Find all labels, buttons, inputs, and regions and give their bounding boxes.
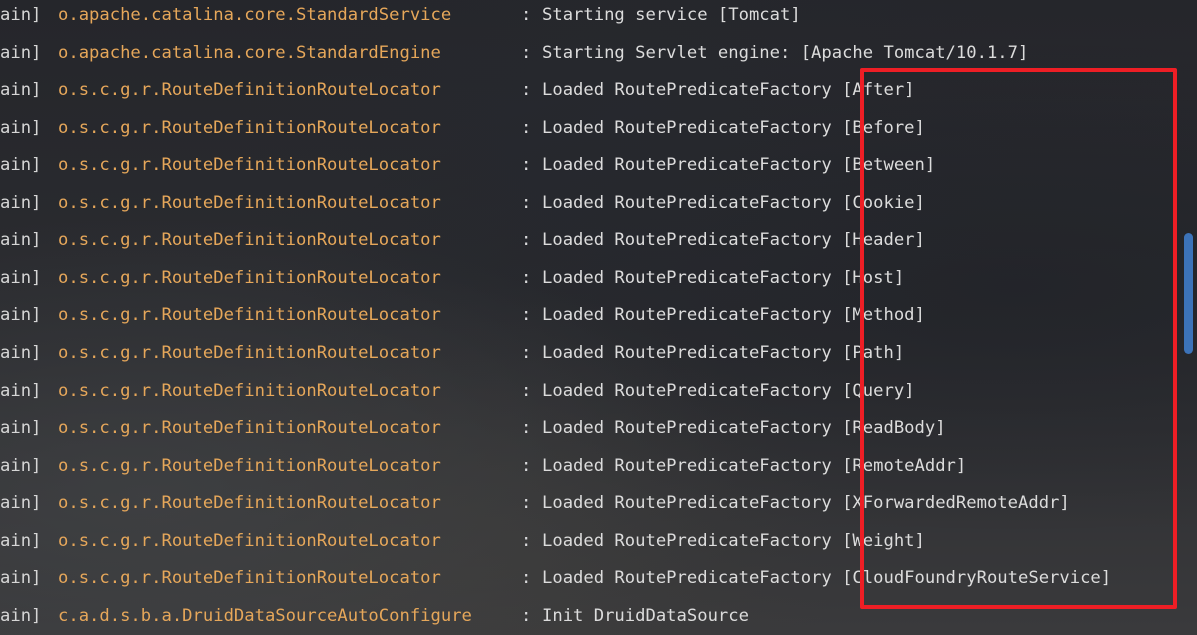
- thread-name: ain]: [0, 530, 42, 551]
- separator: :: [521, 155, 532, 176]
- logger-name: o.s.c.g.r.RouteDefinitionRouteLocator: [58, 305, 441, 326]
- log-message: Init DruidDataSource: [542, 605, 749, 626]
- separator: :: [521, 342, 532, 363]
- logger-name: o.s.c.g.r.RouteDefinitionRouteLocator: [58, 267, 441, 288]
- separator: :: [521, 605, 532, 626]
- thread-name: ain]: [0, 493, 42, 514]
- log-message: Loaded RoutePredicateFactory [Path]: [542, 342, 905, 363]
- logger-name: o.s.c.g.r.RouteDefinitionRouteLocator: [58, 155, 441, 176]
- thread-name: ain]: [0, 155, 42, 176]
- vertical-scrollbar-thumb[interactable]: [1184, 233, 1193, 354]
- thread-name: ain]: [0, 380, 42, 401]
- thread-name: ain]: [0, 455, 42, 476]
- separator: :: [521, 230, 532, 251]
- logger-name: o.apache.catalina.core.StandardService: [58, 5, 452, 25]
- log-message: Loaded RoutePredicateFactory [Host]: [542, 267, 905, 288]
- logger-name: o.s.c.g.r.RouteDefinitionRouteLocator: [58, 568, 441, 589]
- separator: :: [521, 418, 532, 439]
- separator: :: [521, 42, 532, 63]
- logger-name: o.s.c.g.r.RouteDefinitionRouteLocator: [58, 342, 441, 363]
- logger-name: o.apache.catalina.core.StandardEngine: [58, 42, 441, 63]
- separator: :: [521, 493, 532, 514]
- thread-name: ain]: [0, 117, 42, 138]
- separator: :: [521, 5, 532, 25]
- separator: :: [521, 455, 532, 476]
- separator: :: [521, 192, 532, 213]
- thread-name: ain]: [0, 568, 42, 589]
- log-message: Loaded RoutePredicateFactory [Query]: [542, 380, 915, 401]
- thread-name: ain]: [0, 230, 42, 251]
- separator: :: [521, 530, 532, 551]
- log-message: Starting Servlet engine: [Apache Tomcat/…: [542, 42, 1029, 63]
- logger-name: o.s.c.g.r.RouteDefinitionRouteLocator: [58, 117, 441, 138]
- logger-name: o.s.c.g.r.RouteDefinitionRouteLocator: [58, 80, 441, 101]
- highlight-annotation-box: [860, 68, 1177, 609]
- logger-name: o.s.c.g.r.RouteDefinitionRouteLocator: [58, 192, 441, 213]
- logger-name: c.a.d.s.b.a.DruidDataSourceAutoConfigure: [58, 605, 472, 626]
- thread-name: ain]: [0, 305, 42, 326]
- logger-name: o.s.c.g.r.RouteDefinitionRouteLocator: [58, 380, 441, 401]
- logger-name: o.s.c.g.r.RouteDefinitionRouteLocator: [58, 493, 441, 514]
- thread-name: ain]: [0, 42, 42, 63]
- log-message: Loaded RoutePredicateFactory [After]: [542, 80, 915, 101]
- thread-name: ain]: [0, 192, 42, 213]
- separator: :: [521, 305, 532, 326]
- logger-name: o.s.c.g.r.RouteDefinitionRouteLocator: [58, 418, 441, 439]
- thread-name: ain]: [0, 267, 42, 288]
- thread-name: ain]: [0, 5, 42, 25]
- separator: :: [521, 117, 532, 138]
- separator: :: [521, 80, 532, 101]
- thread-name: ain]: [0, 80, 42, 101]
- separator: :: [521, 380, 532, 401]
- log-message: Starting service [Tomcat]: [542, 5, 801, 25]
- separator: :: [521, 568, 532, 589]
- separator: :: [521, 267, 532, 288]
- logger-name: o.s.c.g.r.RouteDefinitionRouteLocator: [58, 230, 441, 251]
- thread-name: ain]: [0, 605, 42, 626]
- logger-name: o.s.c.g.r.RouteDefinitionRouteLocator: [58, 455, 441, 476]
- thread-name: ain]: [0, 418, 42, 439]
- thread-name: ain]: [0, 342, 42, 363]
- logger-name: o.s.c.g.r.RouteDefinitionRouteLocator: [58, 530, 441, 551]
